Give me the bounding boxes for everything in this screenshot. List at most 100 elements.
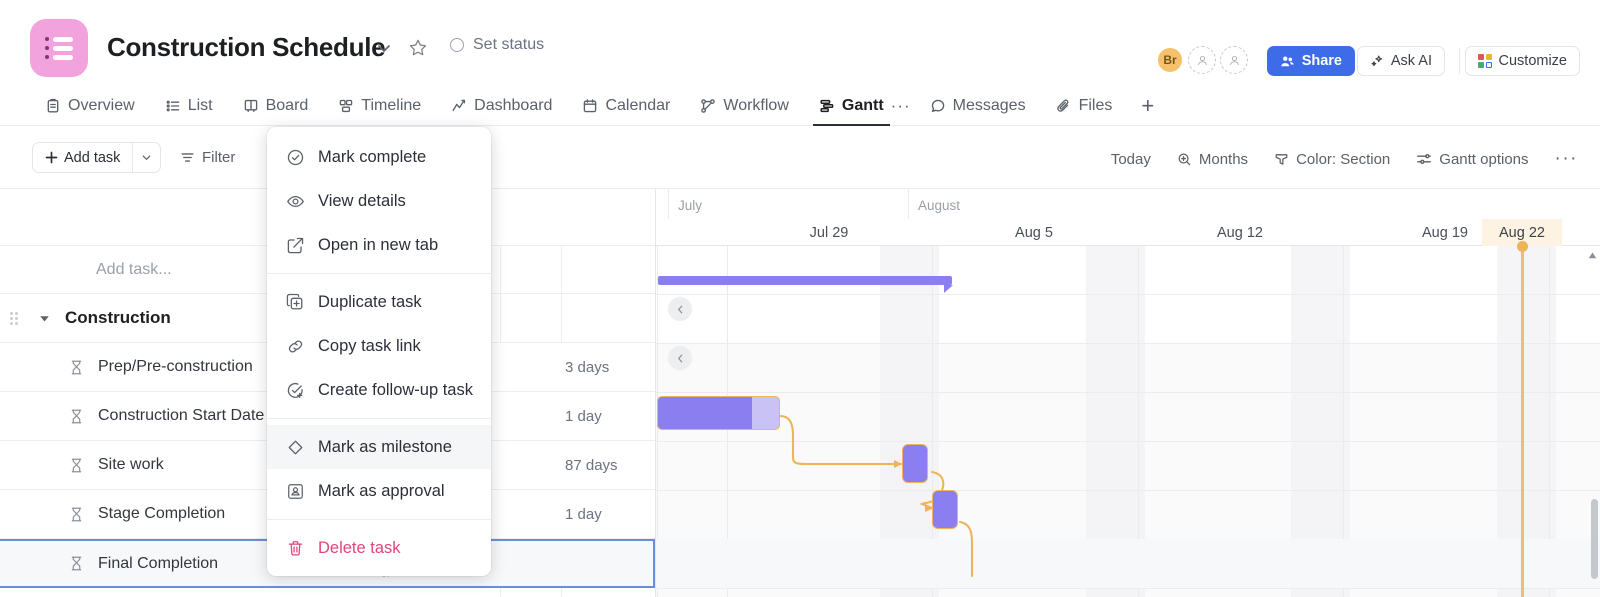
- gantt-month-label: July: [668, 189, 908, 219]
- top-header: Construction Schedule Set status Br Shar…: [0, 0, 1600, 85]
- task-duration: 1 day: [565, 407, 602, 425]
- dependency-arrows: [778, 414, 974, 578]
- eye-icon: [285, 192, 305, 211]
- view-tabbar: Overview List Board Timeline Dashboard Calend…: [0, 85, 1600, 126]
- tab-timeline[interactable]: Timeline: [323, 85, 436, 126]
- trash-icon: [285, 539, 305, 558]
- avatar-placeholder-icon[interactable]: [1188, 46, 1216, 74]
- task-duration: 87 days: [565, 456, 618, 474]
- link-icon: [285, 337, 305, 356]
- context-menu-item-view-details[interactable]: View details: [267, 179, 491, 223]
- timeline-icon: [338, 98, 354, 114]
- filter-label: Filter: [202, 149, 236, 166]
- customize-button[interactable]: Customize: [1464, 46, 1580, 76]
- today-marker-line: [1521, 246, 1524, 597]
- gantt-milestone-final-completion[interactable]: [932, 490, 958, 529]
- tab-dashboard[interactable]: Dashboard: [436, 85, 567, 126]
- ask-ai-button[interactable]: Ask AI: [1356, 46, 1445, 76]
- hourglass-icon: [66, 457, 86, 474]
- gantt-vertical-scrollbar[interactable]: [1591, 499, 1598, 579]
- task-name: Site work: [98, 456, 164, 473]
- tab-board[interactable]: Board: [228, 85, 324, 126]
- context-menu-item-mark-as-milestone[interactable]: Mark as milestone: [267, 425, 491, 469]
- tab-files[interactable]: Files: [1041, 85, 1128, 126]
- star-icon[interactable]: [407, 37, 429, 59]
- tab-calendar[interactable]: Calendar: [567, 85, 685, 126]
- caret-down-icon[interactable]: [38, 312, 51, 325]
- add-view-button[interactable]: +: [1127, 94, 1168, 117]
- hourglass-icon: [66, 408, 86, 425]
- paperclip-icon: [1056, 98, 1072, 114]
- context-menu-item-label: Mark complete: [318, 147, 427, 166]
- context-menu-item-open-in-new-tab[interactable]: Open in new tab: [267, 223, 491, 267]
- task-context-menu: Mark complete View details Open in new tab…: [267, 127, 491, 576]
- gantt-chart-area: July August Jul 29 Aug 5 Aug 12 Aug 19 Aug 22: [656, 189, 1600, 597]
- toolbar-more-button[interactable]: ···: [1555, 148, 1578, 170]
- avatar-placeholder-icon[interactable]: [1220, 46, 1248, 74]
- context-menu-item-delete-task[interactable]: Delete task: [267, 526, 491, 570]
- tab-list[interactable]: List: [150, 85, 228, 126]
- context-menu-item-create-follow-up-task[interactable]: Create follow-up task: [267, 368, 491, 412]
- tab-label: Messages: [952, 96, 1026, 114]
- color-mode-label: Color: Section: [1296, 150, 1391, 168]
- gantt-options-button[interactable]: Gantt options: [1416, 151, 1529, 168]
- context-menu-item-mark-as-approval[interactable]: Mark as approval: [267, 469, 491, 513]
- context-menu-item-label: Duplicate task: [318, 292, 422, 311]
- task-name: Construction Start Date: [98, 407, 265, 424]
- hourglass-icon: [66, 506, 86, 523]
- hourglass-icon: [66, 359, 86, 376]
- context-menu-item-label: Open in new tab: [318, 235, 439, 254]
- customize-grid-icon: [1477, 54, 1492, 68]
- zoom-level-label: Months: [1198, 150, 1249, 168]
- add-task-dropdown-button[interactable]: [132, 143, 160, 172]
- drag-grip-icon[interactable]: [10, 311, 18, 325]
- task-name: Prep/Pre-construction: [98, 358, 253, 375]
- tab-workflow[interactable]: Workflow: [685, 85, 804, 126]
- filter-button[interactable]: Filter: [180, 149, 235, 166]
- tab-messages[interactable]: Messages: [915, 85, 1041, 126]
- add-task-group: Add task: [32, 142, 162, 173]
- context-menu-item-duplicate-task[interactable]: Duplicate task: [267, 280, 491, 324]
- context-menu-item-label: Copy task link: [318, 336, 421, 355]
- tab-label: Files: [1078, 96, 1113, 114]
- today-button[interactable]: Today: [1111, 151, 1151, 168]
- tab-label: Workflow: [723, 96, 789, 114]
- stamp-icon: [285, 482, 305, 501]
- add-task-placeholder: Add task...: [96, 260, 172, 278]
- chevron-down-icon[interactable]: [374, 38, 394, 58]
- task-duration: 3 days: [565, 358, 610, 376]
- context-menu-item-label: View details: [318, 191, 406, 210]
- gantt-week-label: Aug 19: [1422, 224, 1468, 241]
- gantt-week-label: Jul 29: [809, 224, 849, 241]
- gantt-body: [656, 241, 1600, 597]
- gantt-toolbar: Add task Filter Today Months Color: Sect…: [0, 126, 1600, 189]
- scroll-up-arrow-icon[interactable]: [1587, 251, 1598, 260]
- tab-label: Overview: [68, 96, 135, 114]
- header-divider: [1459, 48, 1460, 74]
- tab-label: Dashboard: [474, 96, 553, 114]
- task-group-label: Construction: [65, 308, 171, 327]
- toolbar-right-group: Today Months Color: Section Gantt option…: [1111, 148, 1578, 170]
- add-task-button[interactable]: Add task: [33, 143, 132, 172]
- context-menu-item-label: Create follow-up task: [318, 380, 473, 399]
- share-button[interactable]: Share: [1266, 46, 1355, 76]
- gantt-icon: [819, 98, 835, 114]
- chart-line-icon: [451, 98, 467, 114]
- zoom-level-button[interactable]: Months: [1177, 151, 1248, 168]
- set-status-button[interactable]: Set status: [450, 36, 544, 54]
- board-icon: [243, 98, 259, 114]
- tab-gantt[interactable]: Gantt: [804, 85, 899, 126]
- check-circle-plus-icon: [285, 381, 305, 400]
- gantt-week-label: Aug 5: [1015, 224, 1053, 241]
- color-mode-button[interactable]: Color: Section: [1274, 151, 1390, 168]
- ask-ai-label: Ask AI: [1390, 53, 1432, 69]
- gantt-milestone-stage-completion[interactable]: [902, 444, 928, 483]
- avatar[interactable]: Br: [1156, 46, 1184, 74]
- context-menu-item-label: Mark as milestone: [318, 437, 452, 456]
- today-marker-dot: [1517, 241, 1528, 252]
- tab-label: Gantt: [841, 96, 884, 114]
- hourglass-icon: [66, 555, 86, 572]
- context-menu-item-copy-task-link[interactable]: Copy task link: [267, 324, 491, 368]
- tab-overview[interactable]: Overview: [30, 85, 150, 126]
- context-menu-item-mark-complete[interactable]: Mark complete: [267, 135, 491, 179]
